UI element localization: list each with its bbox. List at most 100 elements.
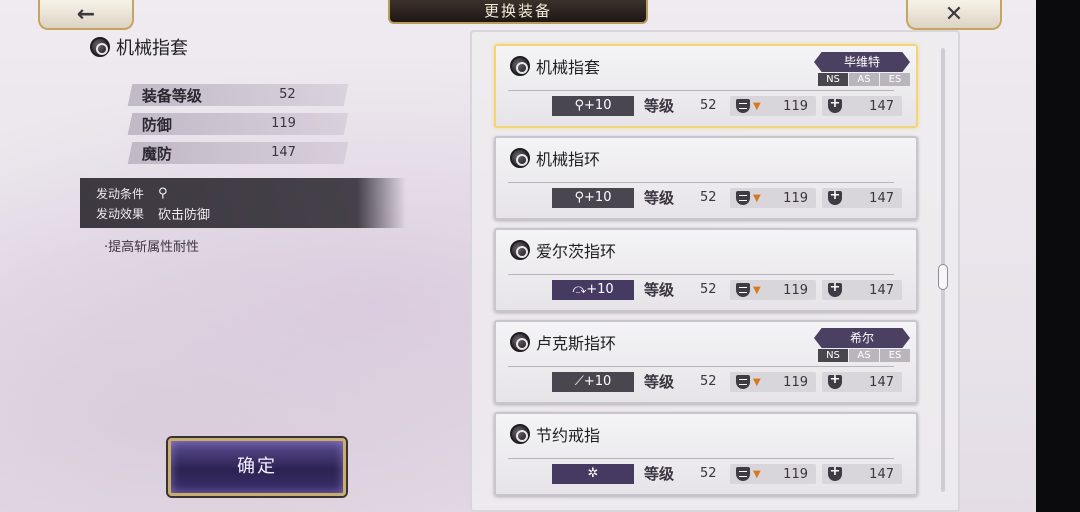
enhance-badge: ⚲+10 — [552, 96, 634, 116]
defense-chip: ▼ 119 — [730, 372, 816, 392]
level-value: 52 — [700, 374, 717, 389]
shield-plus-icon — [828, 280, 842, 297]
screen-edge — [1036, 0, 1080, 512]
enhance-badge: ✲ — [552, 464, 634, 484]
shield-plus-icon — [828, 372, 842, 389]
equipment-card[interactable]: 机械指套 毕维特NSASES ⚲+10 等级 52 ▼ 119 147 — [494, 44, 918, 128]
card-header: 节约戒指 — [510, 422, 600, 446]
card-name: 爱尔茨指环 — [536, 242, 617, 261]
stat-label: 魔防 — [141, 145, 172, 163]
detail-header: 机械指套 — [90, 34, 188, 60]
top-bar: ← 更换装备 ✕ — [0, 0, 1036, 30]
defense-value: 119 — [783, 282, 808, 298]
stat-label: 防御 — [141, 116, 172, 134]
defense-value: 119 — [783, 190, 808, 206]
level-value: 52 — [700, 190, 717, 205]
owner-tag: 毕维特 — [814, 52, 910, 72]
card-name: 节约戒指 — [536, 426, 601, 445]
stat-value: 119 — [271, 116, 297, 131]
back-arrow-icon: ← — [76, 1, 96, 27]
stat-row-level: 装备等级 52 — [127, 84, 349, 106]
level-label: 等级 — [644, 189, 675, 207]
decrease-arrow-icon: ▼ — [753, 468, 761, 480]
ring-icon — [510, 240, 530, 260]
stat-row-defense: 防御 119 — [127, 113, 349, 135]
skill-effect-label: 发动效果 — [96, 207, 145, 221]
divider — [508, 458, 894, 459]
page-title: 更换装备 — [388, 0, 648, 24]
magic-defense-chip: 147 — [822, 280, 902, 300]
shield-icon — [736, 283, 750, 297]
skill-effect-value: 砍击防御 — [158, 208, 211, 223]
card-name: 机械指环 — [536, 150, 601, 169]
level-label: 等级 — [644, 465, 675, 483]
divider — [508, 366, 894, 367]
defense-chip: ▼ 119 — [730, 280, 816, 300]
equipment-card[interactable]: 机械指环 ⚲+10 等级 52 ▼ 119 147 — [494, 136, 918, 220]
shield-plus-icon — [828, 96, 842, 113]
level-label: 等级 — [644, 373, 675, 391]
level-value: 52 — [700, 98, 717, 113]
series-tags: NS AS ES — [818, 349, 911, 362]
magic-defense-chip: 147 — [822, 372, 902, 392]
card-header: 机械指环 — [510, 146, 600, 170]
ring-icon — [510, 148, 530, 168]
skill-effect-row: 发动效果 砍击防御 — [96, 204, 210, 223]
defense-value: 119 — [783, 98, 808, 114]
decrease-arrow-icon: ▼ — [753, 284, 761, 296]
shield-icon — [736, 191, 750, 205]
level-label: 等级 — [644, 281, 675, 299]
ring-icon — [90, 37, 110, 57]
defense-chip: ▼ 119 — [730, 188, 816, 208]
shield-plus-icon — [828, 188, 842, 205]
enhance-badge: ⤼+10 — [552, 280, 634, 300]
magic-defense-value: 147 — [869, 374, 894, 390]
close-icon: ✕ — [944, 1, 964, 27]
ring-icon — [510, 424, 530, 444]
series-tag: NS — [818, 73, 848, 86]
magic-defense-chip: 147 — [822, 464, 902, 484]
equipment-card[interactable]: 爱尔茨指环 ⤼+10 等级 52 ▼ 119 147 — [494, 228, 918, 312]
back-button[interactable]: ← — [38, 0, 134, 30]
decrease-arrow-icon: ▼ — [753, 192, 761, 204]
card-name: 机械指套 — [536, 58, 601, 77]
magic-defense-value: 147 — [869, 466, 894, 482]
defense-chip: ▼ 119 — [730, 464, 816, 484]
stat-value: 52 — [279, 87, 297, 102]
magic-defense-value: 147 — [869, 282, 894, 298]
detail-item-name: 机械指套 — [116, 38, 188, 59]
skill-description: ·提高斩属性耐性 — [104, 240, 200, 255]
divider — [508, 274, 894, 275]
series-tag: ES — [880, 73, 910, 86]
owner-tag: 希尔 — [814, 328, 910, 348]
equipment-card[interactable]: 节约戒指 ✲ 等级 52 ▼ 119 147 — [494, 412, 918, 496]
magic-defense-value: 147 — [869, 190, 894, 206]
series-tags: NS AS ES — [818, 73, 911, 86]
skill-condition-label: 发动条件 — [96, 187, 145, 201]
shield-plus-icon — [828, 464, 842, 481]
scrollbar-thumb[interactable] — [938, 264, 948, 290]
key-icon: ⚲ — [158, 186, 168, 201]
series-tag: NS — [818, 349, 848, 362]
card-header: 卢克斯指环 — [510, 330, 616, 354]
defense-value: 119 — [783, 466, 808, 482]
equipment-card[interactable]: 卢克斯指环 希尔NSASES ⟋+10 等级 52 ▼ 119 147 — [494, 320, 918, 404]
enhance-badge: ⚲+10 — [552, 188, 634, 208]
confirm-button[interactable]: 确定 — [168, 438, 346, 496]
level-value: 52 — [700, 466, 717, 481]
card-name: 卢克斯指环 — [536, 334, 617, 353]
stat-value: 147 — [271, 145, 297, 160]
series-tag: AS — [849, 349, 879, 362]
shield-icon — [736, 467, 750, 481]
close-button[interactable]: ✕ — [906, 0, 1002, 30]
ring-icon — [510, 332, 530, 352]
magic-defense-value: 147 — [869, 98, 894, 114]
stat-row-magic-defense: 魔防 147 — [127, 142, 349, 164]
decrease-arrow-icon: ▼ — [753, 100, 761, 112]
divider — [508, 90, 894, 91]
enhance-badge: ⟋+10 — [552, 372, 634, 392]
level-label: 等级 — [644, 97, 675, 115]
stat-label: 装备等级 — [141, 87, 202, 105]
defense-chip: ▼ 119 — [730, 96, 816, 116]
shield-icon — [736, 375, 750, 389]
